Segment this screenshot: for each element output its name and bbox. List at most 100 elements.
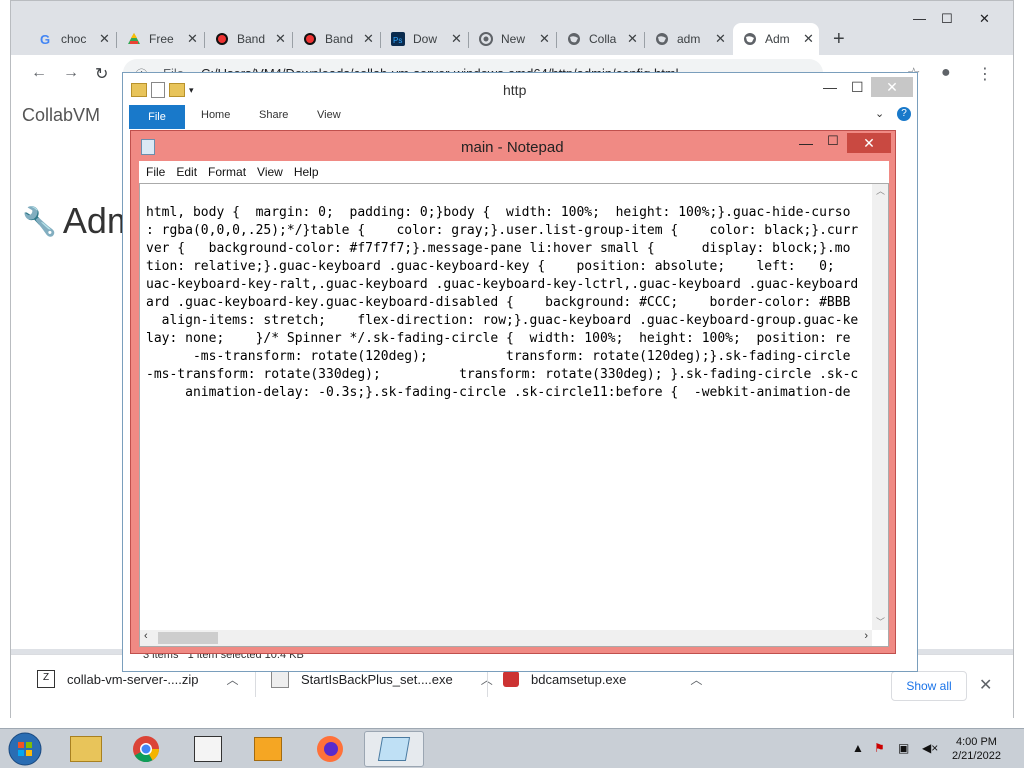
notepad-icon — [141, 139, 155, 155]
help-icon[interactable]: ? — [897, 107, 911, 121]
chevron-up-icon[interactable]: ︿ — [690, 671, 702, 688]
vertical-scrollbar[interactable]: ︿ ﹀ — [872, 184, 888, 630]
ribbon-tab-view[interactable]: View — [317, 109, 341, 121]
chrome-icon — [133, 736, 160, 763]
notepad-active-taskbar-button[interactable] — [364, 731, 424, 767]
forward-icon[interactable]: → — [63, 64, 79, 82]
bandicam-icon — [503, 671, 519, 687]
tab-4[interactable]: Ps Dow ✕ — [381, 23, 469, 55]
media-taskbar-button[interactable] — [240, 731, 296, 767]
properties-icon[interactable] — [151, 82, 165, 98]
start-button[interactable] — [0, 731, 50, 767]
media-player-icon — [254, 737, 282, 761]
text-editor[interactable]: html, body { margin: 0; padding: 0;}body… — [139, 183, 889, 647]
chevron-up-icon[interactable]: ︿ — [226, 671, 238, 688]
folder-icon — [131, 83, 147, 97]
new-tab-button[interactable]: + — [833, 28, 845, 51]
text-line: -ms-transform: rotate(330deg); transform… — [146, 367, 859, 382]
tab-close-button[interactable]: ✕ — [539, 31, 550, 47]
globe-icon — [744, 33, 756, 45]
scroll-right-icon[interactable]: › — [864, 630, 868, 642]
tab-6[interactable]: Colla ✕ — [557, 23, 645, 55]
ribbon-tab-home[interactable]: Home — [201, 109, 230, 121]
globe-icon — [568, 33, 580, 45]
dropdown-icon[interactable]: ▾ — [189, 85, 194, 96]
tab-close-button[interactable]: ✕ — [803, 31, 814, 47]
network-icon[interactable]: ▣ — [898, 741, 909, 755]
drive-icon — [128, 33, 140, 44]
tab-close-button[interactable]: ✕ — [99, 31, 110, 47]
tab-2[interactable]: Band ✕ — [205, 23, 293, 55]
clock-time: 4:00 PM — [955, 736, 997, 748]
text-line: ard .guac-keyboard-key.guac-keyboard-dis… — [146, 295, 851, 310]
explorer-titlebar: ▾ http — ☐ ✕ — [123, 73, 917, 105]
back-icon[interactable]: ← — [31, 64, 47, 82]
clock-date: 2/21/2022 — [952, 750, 1001, 762]
explorer-ribbon: File Home Share View ⌄ ? — [123, 105, 917, 129]
explorer-title: http — [503, 82, 527, 98]
editor-text[interactable]: html, body { margin: 0; padding: 0;}body… — [146, 186, 872, 438]
wrench-icon: 🔧 — [22, 205, 57, 237]
new-folder-icon[interactable] — [169, 83, 185, 97]
chrome-icon — [479, 32, 493, 46]
tab-title: Adm — [765, 32, 790, 46]
tab-5[interactable]: New ✕ — [469, 23, 557, 55]
notepad-window: main - Notepad — ☐ ✕ File Edit Format Vi… — [130, 130, 896, 654]
tab-close-button[interactable]: ✕ — [187, 31, 198, 47]
tab-title: Band — [237, 32, 265, 46]
globe-icon — [656, 33, 668, 45]
explorer-maximize-button[interactable]: ☐ — [851, 79, 864, 96]
clock[interactable]: 4:00 PM 2/21/2022 — [952, 735, 1001, 763]
show-all-button[interactable]: Show all — [891, 671, 967, 701]
notepad-maximize-button[interactable]: ☐ — [827, 133, 839, 149]
menu-format[interactable]: Format — [208, 165, 246, 179]
volume-muted-icon[interactable]: ◀× — [922, 741, 938, 755]
action-center-icon[interactable]: ⚑ — [874, 741, 885, 755]
scroll-up-icon[interactable]: ︿ — [876, 184, 885, 197]
menu-help[interactable]: Help — [294, 165, 319, 179]
menu-edit[interactable]: Edit — [176, 165, 197, 179]
close-downloads-button[interactable]: ✕ — [979, 675, 992, 695]
tab-close-button[interactable]: ✕ — [363, 31, 374, 47]
tab-title: Dow — [413, 32, 438, 46]
tab-close-button[interactable]: ✕ — [627, 31, 638, 47]
chevron-down-icon[interactable]: ⌄ — [875, 107, 884, 120]
tab-title: New — [501, 32, 526, 46]
notepad-minimize-button[interactable]: — — [799, 135, 813, 151]
profile-icon[interactable]: ● — [941, 64, 951, 82]
scroll-left-icon[interactable]: ‹ — [144, 630, 148, 642]
tab-close-button[interactable]: ✕ — [715, 31, 726, 47]
ribbon-tab-share[interactable]: Share — [259, 109, 288, 121]
firefox-taskbar-button[interactable] — [302, 731, 358, 767]
tray-expand-icon[interactable]: ▲ — [852, 741, 864, 755]
reload-icon[interactable]: ↻ — [95, 64, 108, 84]
record-icon — [216, 33, 228, 45]
text-line: html, body { margin: 0; padding: 0;}body… — [146, 205, 851, 220]
explorer-close-button[interactable]: ✕ — [871, 77, 913, 97]
tab-title: choc — [61, 32, 87, 46]
notepad-close-button[interactable]: ✕ — [847, 133, 891, 153]
scroll-down-icon[interactable]: ﹀ — [876, 615, 885, 628]
brand-link[interactable]: CollabVM — [22, 105, 100, 126]
notepad-taskbar-button[interactable] — [180, 731, 236, 767]
tab-0[interactable]: G choc ✕ — [29, 23, 117, 55]
menu-file[interactable]: File — [146, 165, 165, 179]
tab-title: Band — [325, 32, 353, 46]
notepad-title: main - Notepad — [461, 139, 564, 156]
tab-close-button[interactable]: ✕ — [451, 31, 462, 47]
tab-8-active[interactable]: Adm ✕ — [733, 23, 819, 55]
horizontal-scroll-thumb[interactable] — [158, 632, 218, 644]
menu-view[interactable]: View — [257, 165, 283, 179]
ribbon-tab-file[interactable]: File — [129, 105, 185, 129]
menu-icon[interactable]: ⋮ — [977, 64, 993, 84]
explorer-minimize-button[interactable]: — — [823, 79, 837, 95]
tab-1[interactable]: Free ✕ — [117, 23, 205, 55]
text-line: align-items: stretch; flex-direction: ro… — [146, 313, 859, 328]
chrome-taskbar-button[interactable] — [118, 731, 174, 767]
horizontal-scrollbar[interactable]: ‹ › — [140, 630, 872, 646]
tab-3[interactable]: Band ✕ — [293, 23, 381, 55]
explorer-taskbar-button[interactable] — [58, 731, 114, 767]
text-line: animation-delay: -0.3s;}.sk-fading-circl… — [146, 385, 851, 400]
tab-7[interactable]: adm ✕ — [645, 23, 733, 55]
tab-close-button[interactable]: ✕ — [275, 31, 286, 47]
